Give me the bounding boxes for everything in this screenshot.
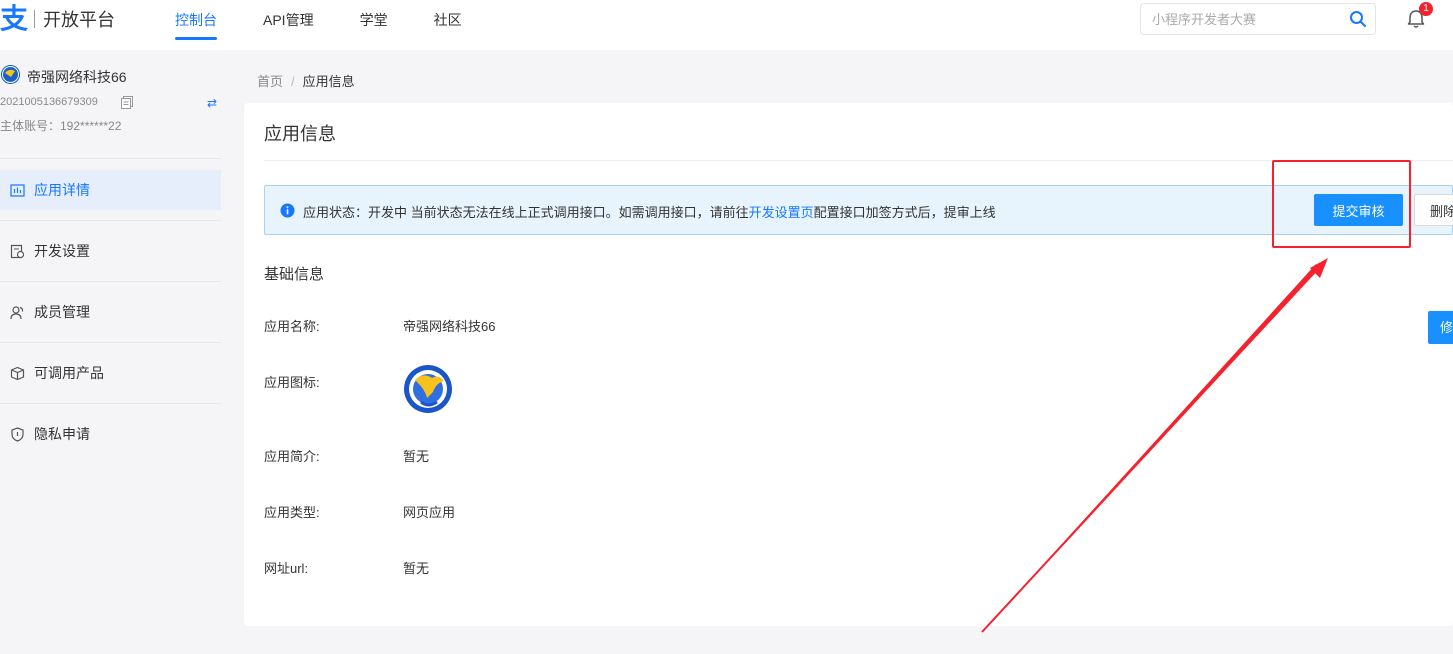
settings-doc-icon: [10, 244, 25, 258]
dev-settings-link[interactable]: 开发设置页: [749, 205, 814, 220]
sidebar-divider: [0, 342, 221, 343]
field-label-app-name: 应用名称:: [264, 319, 320, 334]
app-icon: [404, 365, 452, 413]
alert-prefix: 应用状态：开发中 当前状态无法在线上正式调用接口。如需调用接口，请前往: [303, 205, 749, 220]
search-icon[interactable]: [1349, 10, 1367, 28]
field-value-app-desc: 暂无: [403, 449, 430, 464]
sidebar-divider: [0, 158, 221, 159]
sidebar-item-label: 成员管理: [34, 304, 90, 320]
alert-suffix: 配置接口加签方式后，提审上线: [813, 205, 996, 220]
sidebar-item-members[interactable]: 成员管理: [0, 292, 221, 332]
field-value-app-type: 网页应用: [403, 505, 456, 520]
breadcrumb-home[interactable]: 首页: [257, 74, 283, 89]
field-value-url: 暂无: [403, 561, 430, 576]
sidebar-item-label: 隐私申请: [34, 426, 90, 442]
members-icon: [10, 305, 24, 319]
logo-divider: [34, 10, 36, 28]
account-name: 帝强网络科技66: [27, 69, 127, 85]
chart-icon: [10, 183, 25, 197]
copy-icon[interactable]: [121, 96, 133, 109]
field-label-app-desc: 应用简介:: [264, 449, 320, 464]
nav-academy[interactable]: 学堂: [360, 0, 388, 40]
sidebar-item-label: 可调用产品: [34, 365, 104, 381]
annotation-highlight-box: [1272, 160, 1411, 248]
field-label-app-type: 应用类型:: [264, 505, 320, 520]
breadcrumb-separator: /: [291, 74, 295, 89]
notification-badge: 1: [1419, 2, 1433, 16]
nav-community[interactable]: 社区: [434, 0, 462, 40]
edit-button[interactable]: 修改: [1428, 311, 1453, 344]
sidebar-item-products[interactable]: 可调用产品: [0, 353, 221, 393]
alipay-logo-icon: 支: [0, 3, 29, 34]
alipay-open-platform-logo[interactable]: 支 开放平台: [0, 4, 115, 34]
sidebar-item-app-details[interactable]: 应用详情: [0, 170, 221, 210]
main-nav: 控制台 API管理 学堂 社区: [175, 0, 508, 40]
nav-console[interactable]: 控制台: [175, 0, 217, 40]
search-box: [1140, 3, 1376, 35]
main-account-info: 主体账号：192******22: [0, 119, 122, 133]
sidebar-item-privacy[interactable]: 隐私申请: [0, 414, 221, 454]
sidebar-item-dev-settings[interactable]: 开发设置: [0, 231, 221, 271]
nav-api-management[interactable]: API管理: [263, 0, 314, 40]
info-icon: [280, 203, 295, 218]
product-icon: [10, 366, 25, 380]
section-title-basic-info: 基础信息: [264, 266, 325, 283]
logo-text: 开放平台: [43, 10, 116, 30]
breadcrumb-current: 应用信息: [302, 74, 355, 89]
field-value-app-name: 帝强网络科技66: [403, 319, 496, 334]
sidebar-divider: [0, 220, 221, 221]
sidebar-item-label: 应用详情: [34, 182, 90, 198]
breadcrumb: 首页 / 应用信息: [257, 71, 355, 90]
page-title: 应用信息: [264, 124, 336, 144]
top-nav-bar: 支 开放平台 控制台 API管理 学堂 社区 1: [0, 0, 1453, 50]
delete-button[interactable]: 删除: [1414, 194, 1453, 226]
field-label-url: 网址url:: [264, 561, 309, 576]
account-id: 2021005136679309: [0, 96, 98, 108]
sidebar-item-label: 开发设置: [34, 243, 90, 259]
search-input[interactable]: [1141, 4, 1341, 34]
shield-icon: [11, 426, 24, 442]
sidebar-divider: [0, 403, 221, 404]
switch-account-icon[interactable]: ⇄: [207, 96, 217, 110]
field-label-app-icon: 应用图标:: [264, 375, 320, 390]
account-avatar: [1, 65, 20, 84]
alert-message: 应用状态：开发中 当前状态无法在线上正式调用接口。如需调用接口，请前往开发设置页…: [303, 202, 996, 221]
sidebar: 帝强网络科技66 2021005136679309 ⇄ 主体账号：192****…: [0, 50, 221, 654]
sidebar-divider: [0, 281, 221, 282]
